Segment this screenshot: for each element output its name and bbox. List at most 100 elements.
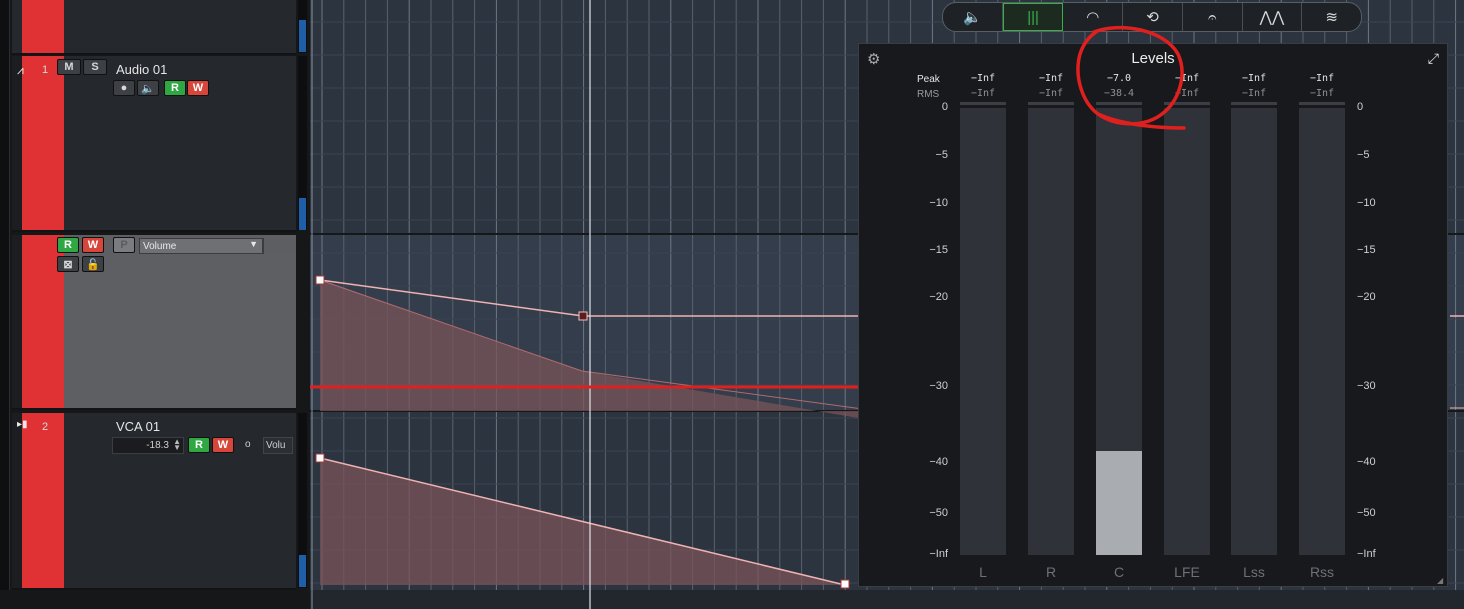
scale-label-left: −10 — [929, 197, 948, 209]
peak-label: Peak — [917, 74, 940, 85]
scale-label-left: −Inf — [929, 548, 948, 560]
speaker-icon: 🔈 — [141, 82, 155, 95]
ruler-bottom — [310, 590, 1464, 609]
track-color-strip — [22, 413, 64, 588]
resize-grip-icon[interactable]: ◢ — [1437, 576, 1445, 585]
preview-button[interactable]: P — [113, 237, 135, 253]
track-list: ⩘ 1 Audio 01 M S ● 🔈 R W ⋀ R W P Volume … — [0, 0, 310, 609]
meter-peak-hold — [1028, 102, 1074, 105]
levels-button[interactable]: ||| — [1002, 3, 1064, 31]
read-automation-button[interactable]: R — [57, 237, 79, 253]
scale-label-left: −15 — [929, 244, 948, 256]
ear-icon: 𝄐 — [1208, 8, 1217, 26]
solo-button[interactable]: S — [83, 59, 107, 75]
level-meter-c — [1096, 102, 1142, 555]
meter-peak-hold — [960, 102, 1006, 105]
annotation-circle — [1076, 25, 1186, 130]
scale-label-right: −30 — [1357, 380, 1376, 392]
rms-value-l: −Inf — [970, 88, 996, 99]
monitor-button[interactable]: 🔈 — [137, 80, 159, 96]
parameter-label: Volume — [143, 240, 177, 252]
stepper-icon[interactable]: ▲ ▼ — [173, 438, 181, 452]
track-list-edge — [0, 0, 10, 590]
vca-point — [315, 453, 325, 463]
spectrum-button[interactable]: ≋ — [1302, 3, 1361, 31]
write-automation-button[interactable]: W — [187, 80, 209, 96]
channel-label-c: C — [1113, 564, 1125, 580]
rms-value-lss: −Inf — [1241, 88, 1267, 99]
track-color-strip — [22, 56, 64, 230]
speaker-button[interactable]: 🔈 — [943, 3, 1003, 31]
levels-icon: ||| — [1027, 8, 1039, 26]
level-meter-r — [1028, 102, 1074, 555]
read-automation-button[interactable]: R — [164, 80, 186, 96]
vca-parameter-select[interactable]: Volu — [263, 437, 293, 454]
channel-label-r: R — [1045, 564, 1057, 580]
level-meter-lss — [1231, 102, 1277, 555]
vca-icon: ▸▮ — [17, 419, 28, 430]
peak-value-lss: −Inf — [1241, 73, 1267, 84]
waveform-button[interactable]: ⋀⋀ — [1243, 3, 1303, 31]
peak-value-rss: −Inf — [1309, 73, 1335, 84]
chevron-down-icon: ▼ — [249, 239, 258, 249]
scale-label-right: −15 — [1357, 244, 1376, 256]
scale-label-left: −30 — [929, 380, 948, 392]
peak-value-l: −Inf — [970, 73, 996, 84]
write-automation-button[interactable]: W — [82, 237, 104, 253]
mute-button[interactable]: M — [57, 59, 81, 75]
track-vca-01[interactable]: ▸▮ 2 VCA 01 -18.3 ▲ ▼ R W o Volu — [12, 413, 307, 590]
track-gutter — [12, 235, 22, 408]
track-name[interactable]: VCA 01 — [116, 419, 160, 434]
circle-icon[interactable]: o — [245, 439, 251, 450]
read-automation-button[interactable]: R — [188, 437, 210, 453]
scale-label-right: −50 — [1357, 507, 1376, 519]
expand-icon[interactable]: ⤢ — [1428, 50, 1439, 67]
unlock-icon: 🔓 — [86, 258, 100, 271]
track-number: 1 — [42, 64, 49, 76]
scale-label-right: −10 — [1357, 197, 1376, 209]
automation-point — [315, 275, 325, 285]
waveform-icon: ⋀⋀ — [1259, 9, 1285, 26]
vca-level-value: -18.3 — [146, 440, 169, 451]
spectrum-icon: ≋ — [1325, 9, 1338, 26]
lock-button[interactable]: 🔓 — [82, 256, 104, 272]
track-gutter — [12, 413, 22, 588]
meter-peak-hold — [1299, 102, 1345, 105]
rms-label: RMS — [917, 89, 940, 100]
track-scrollbar[interactable] — [298, 413, 307, 588]
track-partial[interactable] — [12, 0, 307, 55]
vca-point — [840, 579, 850, 589]
automation-parameter-select[interactable]: Volume ▼ — [139, 238, 263, 254]
scale-label-right: −20 — [1357, 291, 1376, 303]
record-icon: ● — [120, 82, 128, 94]
scale-label-left: −5 — [935, 149, 948, 161]
scale-label-left: −50 — [929, 507, 948, 519]
track-number: 2 — [42, 421, 49, 433]
track-audio-01[interactable]: ⩘ 1 Audio 01 M S ● 🔈 R W — [12, 56, 307, 232]
record-arm-button[interactable]: ● — [113, 80, 135, 96]
track-color-strip — [22, 0, 64, 53]
scale-label-right: −5 — [1357, 149, 1370, 161]
track-scrollbar[interactable] — [298, 56, 307, 230]
channel-label-lss: Lss — [1243, 564, 1265, 580]
automation-icon: ⋀ — [26, 238, 36, 252]
track-name[interactable]: Audio 01 — [116, 62, 167, 77]
automation-point-selected — [578, 311, 588, 321]
track-scrollbar[interactable] — [298, 0, 307, 53]
rms-value-r: −Inf — [1038, 88, 1064, 99]
rms-value-rss: −Inf — [1309, 88, 1335, 99]
parameter-select-extension — [263, 238, 296, 254]
automation-lane[interactable]: ⋀ R W P Volume ▼ ⊠ 🔓 — [12, 235, 296, 410]
scale-label-left: −40 — [929, 456, 948, 468]
channel-label-lfe: LFE — [1174, 564, 1200, 580]
ear-button[interactable]: 𝄐 — [1183, 3, 1243, 31]
vca-level-field[interactable]: -18.3 ▲ ▼ — [112, 437, 184, 454]
write-automation-button[interactable]: W — [212, 437, 234, 453]
bypass-button[interactable]: ⊠ — [57, 256, 79, 272]
peak-value-r: −Inf — [1038, 73, 1064, 84]
scale-label-left: −20 — [929, 291, 948, 303]
channel-label-l: L — [979, 564, 987, 580]
speaker-icon: 🔈 — [963, 9, 982, 26]
meter-peak-hold — [1231, 102, 1277, 105]
channel-label-rss: Rss — [1309, 564, 1335, 580]
